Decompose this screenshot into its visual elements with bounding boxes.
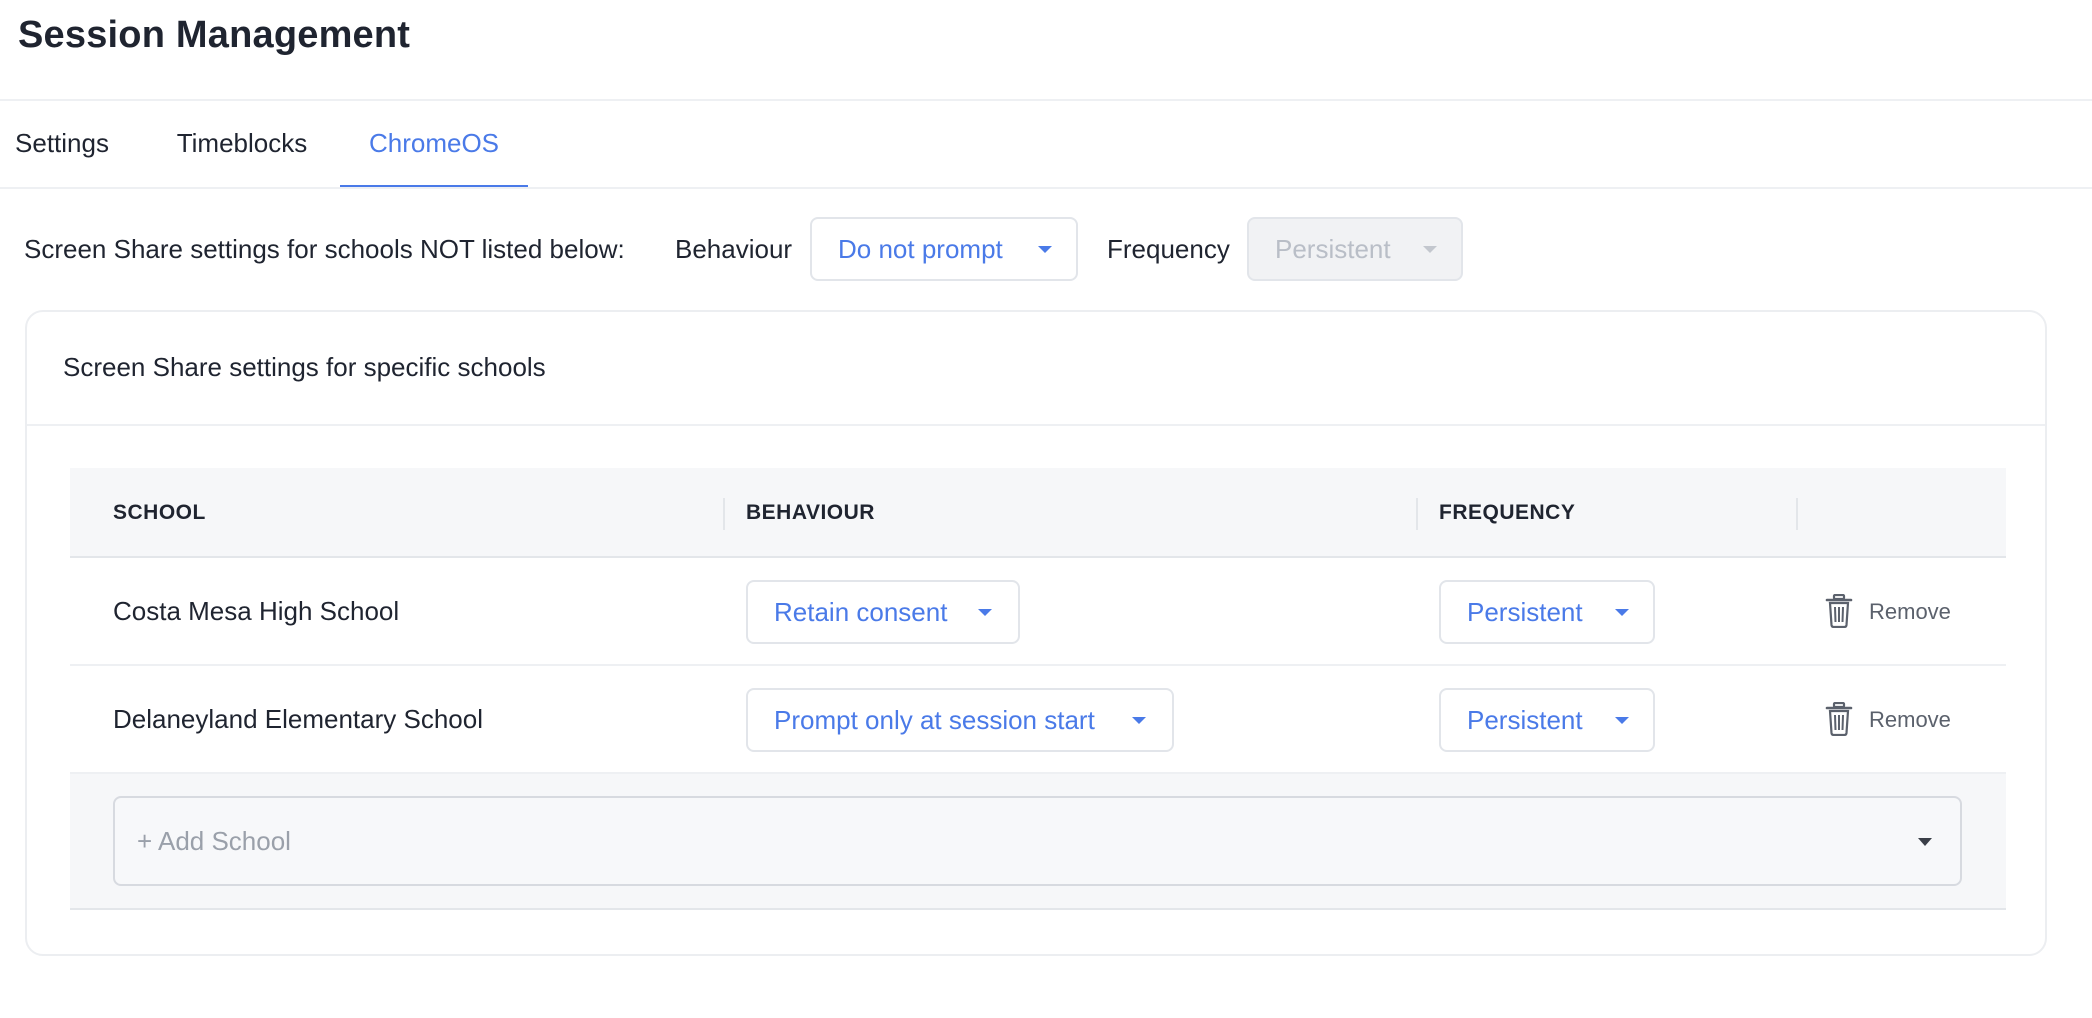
row-behaviour-value: Prompt only at session start: [774, 705, 1095, 735]
add-school-select[interactable]: + Add School: [113, 796, 1962, 886]
global-frequency-value: Persistent: [1275, 234, 1391, 264]
add-school-placeholder: + Add School: [137, 826, 291, 856]
row-frequency-value: Persistent: [1467, 597, 1583, 627]
card-title: Screen Share settings for specific schoo…: [63, 352, 546, 382]
chevron-down-icon: [1132, 717, 1146, 724]
column-separator: [1416, 498, 1418, 530]
trash-icon: [1825, 702, 1853, 736]
remove-school-button[interactable]: Remove: [1825, 594, 1975, 630]
global-settings-label: Screen Share settings for schools NOT li…: [24, 234, 625, 264]
tab-timeblocks[interactable]: Timeblocks: [160, 101, 324, 189]
remove-school-button[interactable]: Remove: [1825, 702, 1975, 738]
row-frequency-select[interactable]: Persistent: [1439, 688, 1655, 752]
row-behaviour-select[interactable]: Prompt only at session start: [746, 688, 1174, 752]
column-separator: [1796, 498, 1798, 530]
column-separator: [723, 498, 725, 530]
tab-settings[interactable]: Settings: [0, 101, 124, 189]
remove-label: Remove: [1869, 707, 1951, 732]
column-header-school: SCHOOL: [113, 501, 206, 524]
table-row: Delaneyland Elementary School Prompt onl…: [70, 666, 2006, 774]
column-header-behaviour: BEHAVIOUR: [746, 501, 875, 524]
trash-icon: [1825, 594, 1853, 628]
chevron-down-icon: [1615, 609, 1629, 616]
global-behaviour-label: Behaviour: [675, 234, 793, 264]
row-behaviour-select[interactable]: Retain consent: [746, 580, 1020, 644]
table-row: Costa Mesa High School Retain consent Pe…: [70, 558, 2006, 666]
page-title: Session Management: [18, 14, 411, 56]
global-screen-share-settings: Screen Share settings for schools NOT li…: [24, 216, 2084, 282]
card-divider: [27, 424, 2045, 426]
global-behaviour-select[interactable]: Do not prompt: [810, 217, 1078, 281]
global-frequency-select[interactable]: Persistent: [1247, 217, 1463, 281]
session-management-page: Session Management Settings Timeblocks C…: [0, 0, 2092, 1018]
chevron-down-icon: [1423, 246, 1437, 253]
column-header-frequency: FREQUENCY: [1439, 501, 1576, 524]
global-behaviour-value: Do not prompt: [838, 234, 1003, 264]
tabs-divider: [0, 187, 2092, 189]
chevron-down-icon: [1918, 838, 1932, 846]
global-frequency-label: Frequency: [1107, 234, 1230, 264]
tab-chromeos[interactable]: ChromeOS: [340, 101, 528, 189]
row-frequency-select[interactable]: Persistent: [1439, 580, 1655, 644]
chevron-down-icon: [1615, 717, 1629, 724]
row-behaviour-value: Retain consent: [774, 597, 948, 627]
tab-bar: Settings Timeblocks ChromeOS: [0, 101, 2092, 189]
table-header: SCHOOL BEHAVIOUR FREQUENCY: [70, 468, 2006, 558]
specific-schools-card: Screen Share settings for specific schoo…: [25, 310, 2047, 956]
row-frequency-value: Persistent: [1467, 705, 1583, 735]
remove-label: Remove: [1869, 599, 1951, 624]
chevron-down-icon: [1038, 246, 1052, 253]
chevron-down-icon: [978, 609, 992, 616]
add-school-row: + Add School: [70, 774, 2006, 910]
school-name: Delaneyland Elementary School: [113, 704, 483, 734]
school-name: Costa Mesa High School: [113, 596, 400, 626]
